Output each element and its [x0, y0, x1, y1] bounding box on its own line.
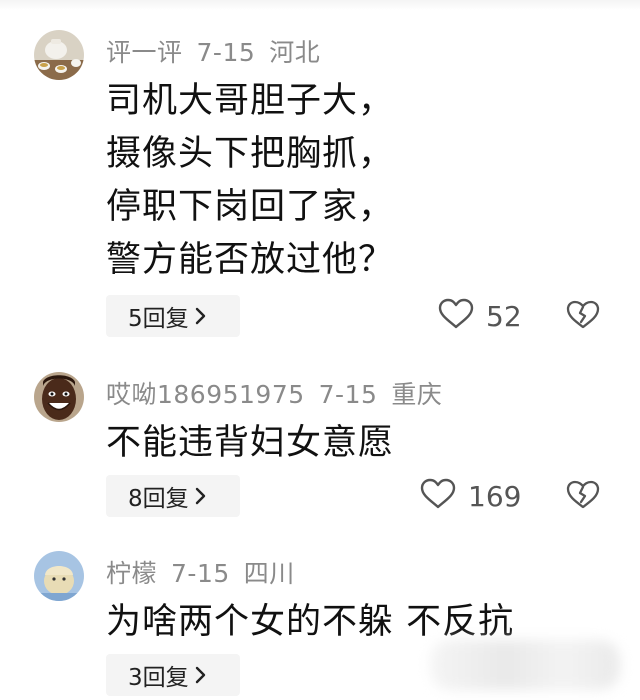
reply-count-label: 5回复 [128, 306, 189, 332]
comment-meta: 柠檬 7-15 四川 [106, 554, 295, 590]
comment-line: 停职下岗回了家， [106, 187, 395, 227]
comment-line: 不能违背妇女意愿 [106, 423, 395, 463]
blurred-region [430, 640, 620, 690]
comment-text: 司机大哥胆子大， 摄像头下把胸抓， 停职下岗回了家， 警方能否放过他？ [106, 75, 394, 287]
username[interactable]: 柠檬 [106, 559, 157, 588]
comment-date: 7-15 [196, 38, 256, 67]
view-replies-button[interactable]: 8回复 [106, 475, 240, 517]
chevron-right-icon [195, 666, 207, 684]
like-count: 169 [468, 479, 522, 513]
comment-meta: 哎呦186951975 7-15 重庆 [106, 375, 442, 411]
like-button[interactable]: 169 [420, 478, 521, 514]
view-replies-button[interactable]: 3回复 [106, 654, 240, 696]
username[interactable]: 评一评 [106, 38, 183, 67]
comment-location: 河北 [269, 38, 321, 67]
reply-count-label: 8回复 [128, 486, 189, 512]
comment-date: 7-15 [318, 380, 378, 409]
heart-outline-icon [438, 298, 474, 334]
top-divider [0, 0, 640, 10]
username[interactable]: 哎呦186951975 [106, 380, 305, 409]
comment-item: 评一评 7-15 河北 司机大哥胆子大， 摄像头下把胸抓， 停职下岗回了家， 警方能… [0, 30, 640, 345]
broken-heart-icon[interactable] [566, 480, 600, 514]
reply-count-label: 3回复 [128, 665, 189, 691]
comment-item: 哎呦186951975 7-15 重庆 不能违背妇女意愿 8回复 169 [0, 372, 640, 522]
view-replies-button[interactable]: 5回复 [106, 295, 240, 337]
cartoon-avatar[interactable] [34, 551, 84, 601]
comment-line: 警方能否放过他？ [106, 240, 395, 280]
comment-line: 摄像头下把胸抓， [106, 134, 395, 174]
chevron-right-icon [195, 487, 207, 505]
tea-set-avatar[interactable] [34, 30, 84, 80]
comment-date: 7-15 [171, 559, 230, 588]
like-button[interactable]: 52 [438, 298, 522, 334]
comment-line: 司机大哥胆子大， [106, 81, 395, 121]
comment-location: 重庆 [391, 380, 443, 409]
broken-heart-icon[interactable] [566, 300, 600, 334]
chevron-right-icon [195, 307, 207, 325]
heart-outline-icon [420, 478, 456, 514]
like-count: 52 [486, 299, 522, 333]
comment-text: 不能违背妇女意愿 [106, 417, 394, 470]
comment-location: 四川 [243, 559, 295, 588]
smiling-man-avatar[interactable] [34, 372, 84, 422]
comment-meta: 评一评 7-15 河北 [106, 33, 320, 69]
